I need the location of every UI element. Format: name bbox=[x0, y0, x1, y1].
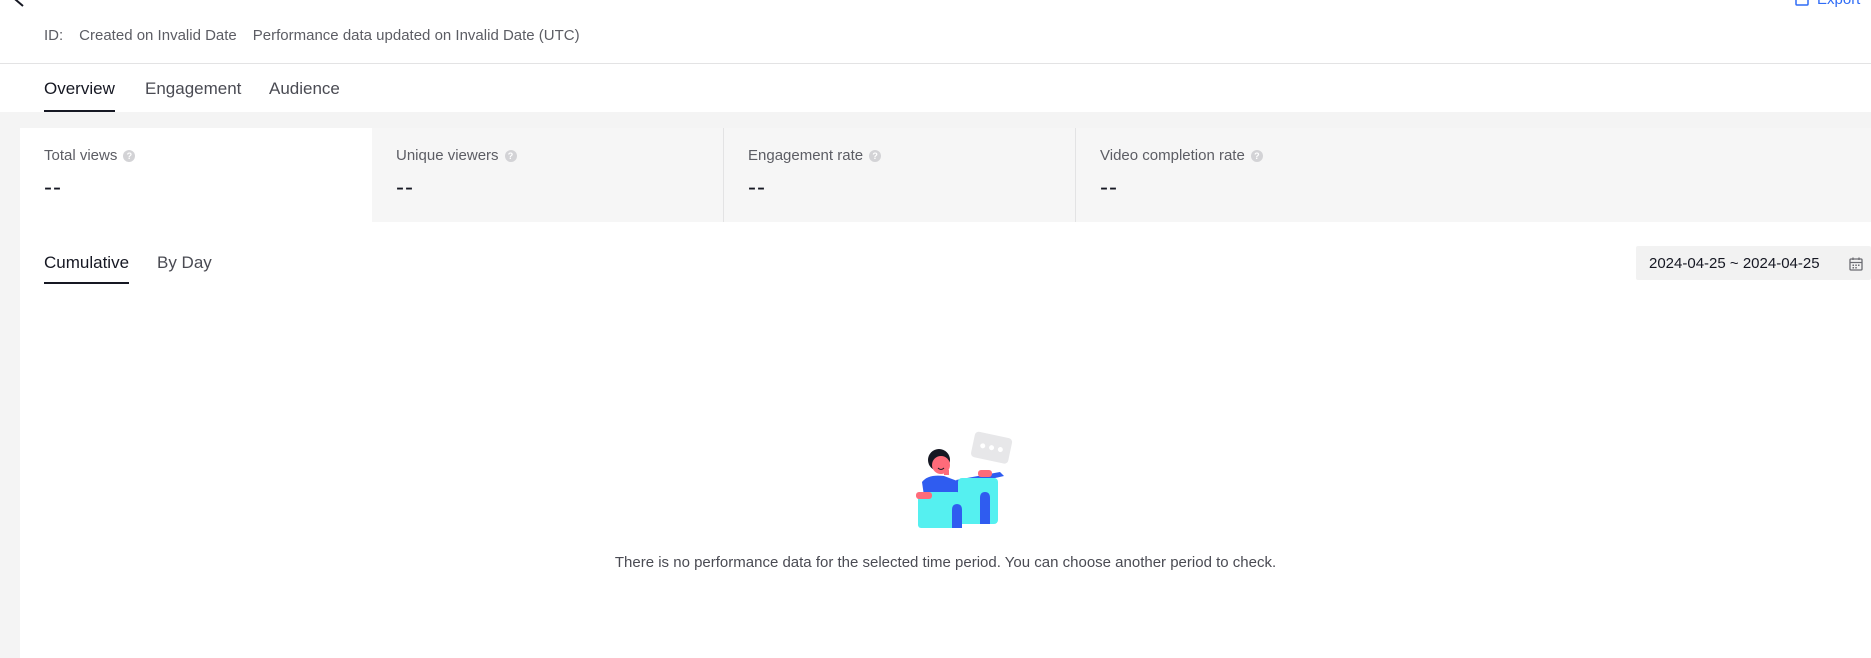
analytics-panel: Total views ? -- Unique viewers ? -- Eng… bbox=[20, 128, 1871, 658]
id-label: ID: bbox=[44, 27, 64, 44]
calendar-icon bbox=[1849, 257, 1863, 271]
date-range-picker[interactable]: 2024-04-25 ~ 2024-04-25 bbox=[1636, 246, 1871, 280]
metric-label: Unique viewers bbox=[396, 147, 499, 164]
tab-audience[interactable]: Audience bbox=[269, 79, 340, 112]
metric-card-engagement-rate[interactable]: Engagement rate ? -- bbox=[724, 128, 1076, 222]
metric-cards: Total views ? -- Unique viewers ? -- Eng… bbox=[20, 128, 1871, 222]
empty-state-message: There is no performance data for the sel… bbox=[614, 554, 1277, 571]
metric-card-video-completion-rate[interactable]: Video completion rate ? -- bbox=[1076, 128, 1871, 222]
metric-value: -- bbox=[396, 174, 414, 201]
export-button[interactable]: Export bbox=[1795, 0, 1860, 8]
metric-card-unique-viewers[interactable]: Unique viewers ? -- bbox=[372, 128, 724, 222]
help-icon[interactable]: ? bbox=[1250, 149, 1263, 162]
export-label: Export bbox=[1817, 0, 1860, 8]
metric-label: Engagement rate bbox=[748, 147, 864, 164]
page-header: Export ID: Created on Invalid Date Perfo… bbox=[0, 0, 1871, 64]
back-arrow-icon[interactable] bbox=[12, 0, 28, 8]
date-range-value: 2024-04-25 ~ 2024-04-25 bbox=[1649, 254, 1820, 272]
help-icon[interactable]: ? bbox=[504, 149, 517, 162]
metric-value: -- bbox=[44, 174, 62, 201]
export-icon bbox=[1795, 0, 1809, 6]
tab-by-day[interactable]: By Day bbox=[157, 253, 212, 284]
metric-label-row: Unique viewers ? bbox=[396, 147, 517, 164]
metric-label-row: Total views ? bbox=[44, 147, 136, 164]
metric-value: -- bbox=[1100, 174, 1118, 201]
metric-label: Video completion rate bbox=[1100, 147, 1245, 164]
tab-engagement[interactable]: Engagement bbox=[145, 79, 241, 112]
metric-label-row: Video completion rate ? bbox=[1100, 147, 1263, 164]
metric-label-row: Engagement rate ? bbox=[748, 147, 882, 164]
updated-date: Performance data updated on Invalid Date… bbox=[252, 27, 580, 44]
created-date: Created on Invalid Date bbox=[79, 27, 237, 44]
metric-value: -- bbox=[748, 174, 766, 201]
empty-state-illustration bbox=[916, 431, 1013, 528]
tab-overview[interactable]: Overview bbox=[44, 79, 115, 112]
help-icon[interactable]: ? bbox=[869, 149, 882, 162]
tab-cumulative[interactable]: Cumulative bbox=[44, 253, 130, 284]
metric-card-total-views[interactable]: Total views ? -- bbox=[20, 128, 372, 222]
main-tabs: Overview Engagement Audience bbox=[0, 64, 1871, 112]
metric-label: Total views bbox=[44, 147, 118, 164]
video-meta: ID: Created on Invalid Date Performance … bbox=[44, 27, 580, 44]
help-icon[interactable]: ? bbox=[123, 149, 136, 162]
